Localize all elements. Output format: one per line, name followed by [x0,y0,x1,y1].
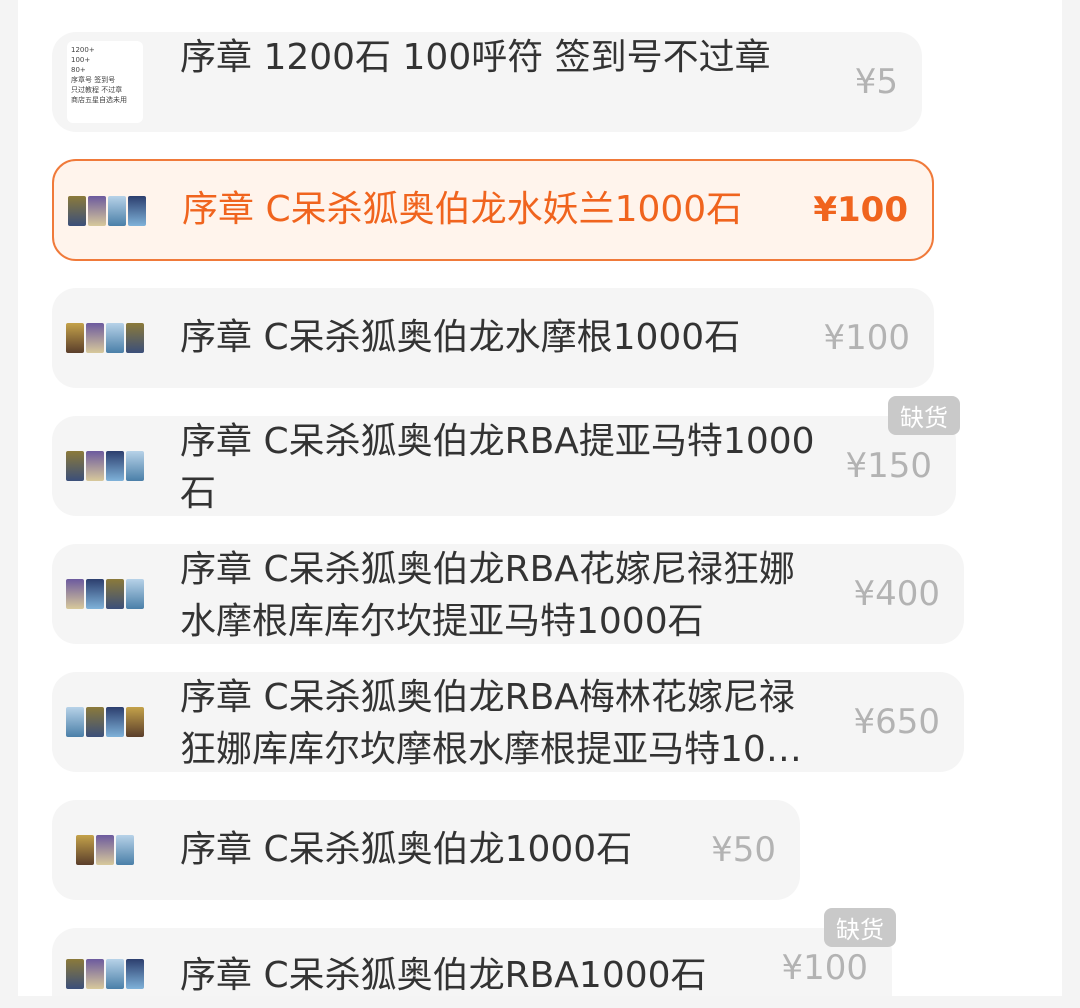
sku-name: 序章 1200石 100呼符 签到号不过章 [180,37,771,78]
sku-thumbnail [64,944,146,1004]
card-strip-image [66,579,144,609]
sku-thumbnail [64,552,146,636]
sku-price: ¥50 [711,830,776,870]
sku-option-5[interactable]: 序章 C呆杀狐奥伯龙RBA梅林花嫁尼禄狂娜库库尔坎摩根水摩根提亚马特1000石 … [52,672,964,772]
sku-price: ¥5 [854,62,898,102]
out-of-stock-badge: 缺货 [888,396,960,435]
sku-name: 序章 C呆杀狐奥伯龙水妖兰1000石 [182,189,743,230]
sku-option-1[interactable]: 序章 C呆杀狐奥伯龙水妖兰1000石 ¥100 [52,159,934,261]
sku-thumbnail: 1200+ 100+ 80+ 序章号 签到号 只过教程 不过章 商店五星自选未用 [64,40,146,124]
thumbnail-doc-image: 1200+ 100+ 80+ 序章号 签到号 只过教程 不过章 商店五星自选未用 [67,41,143,123]
card-strip-image [76,835,134,865]
sku-name: 序章 C呆杀狐奥伯龙1000石 [180,829,633,870]
sku-option-3[interactable]: 序章 C呆杀狐奥伯龙RBA提亚马特1000石 ¥150 缺货 [52,396,960,516]
card-strip-image [66,323,144,353]
thumb-line: 100+ [71,56,91,64]
sku-price: ¥100 [813,190,908,230]
card-strip-image [68,196,146,226]
card-strip-image [66,451,144,481]
sku-name: 序章 C呆杀狐奥伯龙RBA1000石 [180,955,707,996]
thumb-line: 商店五星自选未用 [71,96,127,104]
sku-price: ¥650 [853,702,940,742]
thumb-line: 序章号 签到号 [71,76,116,84]
thumb-line: 80+ [71,66,86,74]
thumb-line: 1200+ [71,46,95,54]
sku-price: ¥400 [853,574,940,614]
sku-price: ¥100 [781,948,868,988]
sku-thumbnail [64,808,146,892]
sku-thumbnail [64,680,146,764]
card-strip-image [66,707,144,737]
sku-option-2[interactable]: 序章 C呆杀狐奥伯龙水摩根1000石 ¥100 [52,288,934,388]
sku-thumbnail [64,424,146,508]
sku-price: ¥100 [823,318,910,358]
sku-name: 序章 C呆杀狐奥伯龙RBA梅林花嫁尼禄狂娜库库尔坎摩根水摩根提亚马特1000石 [180,677,812,770]
sku-thumbnail [66,169,148,253]
sku-name: 序章 C呆杀狐奥伯龙RBA提亚马特1000石 [180,421,815,514]
sku-thumbnail [64,296,146,380]
sku-option-6[interactable]: 序章 C呆杀狐奥伯龙1000石 ¥50 [52,800,800,900]
sku-name: 序章 C呆杀狐奥伯龙水摩根1000石 [180,317,741,358]
sku-name: 序章 C呆杀狐奥伯龙RBA花嫁尼禄狂娜水摩根库库尔坎提亚马特1000石 [180,549,795,642]
out-of-stock-badge: 缺货 [824,908,896,947]
thumb-line: 只过教程 不过章 [71,86,123,94]
sku-option-7[interactable]: 序章 C呆杀狐奥伯龙RBA1000石 ¥100 缺货 [52,908,896,996]
sku-option-0[interactable]: 1200+ 100+ 80+ 序章号 签到号 只过教程 不过章 商店五星自选未用… [52,32,922,132]
card-strip-image [66,959,144,989]
sku-option-4[interactable]: 序章 C呆杀狐奥伯龙RBA花嫁尼禄狂娜水摩根库库尔坎提亚马特1000石 ¥400 [52,544,964,644]
